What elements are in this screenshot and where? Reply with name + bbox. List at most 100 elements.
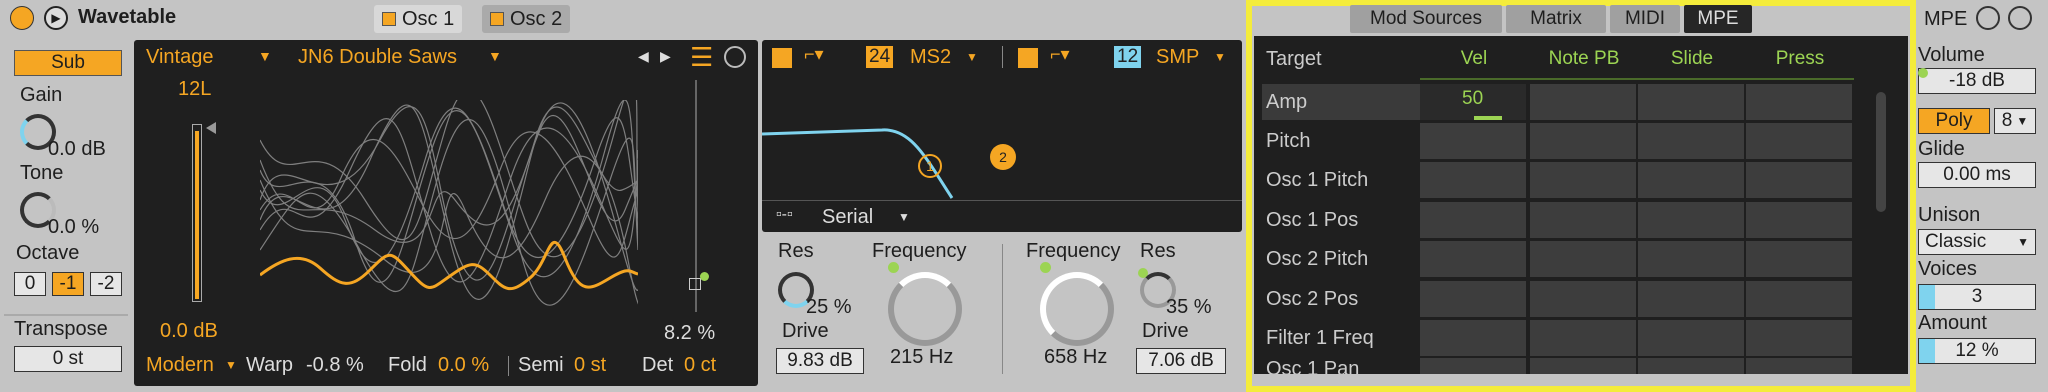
osc2-enable-checkbox[interactable] (490, 12, 504, 26)
matrix-cell[interactable] (1746, 358, 1852, 374)
target-row-pitch[interactable]: Pitch (1262, 123, 1422, 159)
det-value[interactable]: 0 ct (684, 354, 716, 377)
transpose-field[interactable]: 0 st (14, 346, 122, 372)
unison-mode-dropdown[interactable]: Classic ▼ (1918, 229, 2036, 255)
target-row-amp[interactable]: Amp (1262, 84, 1422, 120)
filter1-freq-value: 215 Hz (890, 346, 954, 368)
matrix-cell[interactable] (1530, 123, 1636, 159)
volume-field[interactable]: -18 dB (1918, 68, 2036, 94)
target-row-osc1-pos[interactable]: Osc 1 Pos (1262, 202, 1422, 238)
matrix-cell[interactable] (1746, 281, 1852, 317)
osc-gain-meter[interactable] (192, 124, 202, 302)
filter2-type-dropdown[interactable]: SMP (1156, 46, 1199, 69)
tab-mod-sources[interactable]: Mod Sources (1350, 5, 1502, 33)
wavetable-display[interactable] (260, 100, 638, 320)
filter2-drive-field[interactable]: 7.06 dB (1136, 348, 1226, 374)
matrix-cell[interactable] (1638, 162, 1744, 198)
amp-vel-value[interactable]: 50 (1462, 88, 1483, 110)
chevron-down-icon: ▼ (1214, 50, 1226, 64)
osc-mode-dropdown[interactable]: Modern (146, 354, 214, 377)
matrix-cell[interactable] (1746, 202, 1852, 238)
fold-value[interactable]: 0.0 % (438, 354, 489, 377)
filter1-slope-badge[interactable]: 24 (866, 46, 894, 68)
matrix-cell[interactable] (1530, 281, 1636, 317)
device-power-button[interactable] (10, 6, 34, 30)
glide-field[interactable]: 0.00 ms (1918, 162, 2036, 188)
target-row-osc1-pitch[interactable]: Osc 1 Pitch (1262, 162, 1422, 198)
position-slider-handle[interactable] (689, 278, 701, 290)
matrix-cell[interactable] (1420, 320, 1526, 356)
matrix-cell[interactable] (1746, 84, 1852, 120)
matrix-cell[interactable] (1638, 123, 1744, 159)
filter2-shape-icon[interactable]: ⌐▾ (1050, 44, 1070, 65)
prev-wavetable-icon[interactable]: ◀ (638, 48, 649, 65)
voices-count-dropdown[interactable]: 8 ▼ (1994, 108, 2036, 134)
filter-response-display[interactable] (762, 80, 1242, 200)
matrix-cell[interactable] (1530, 358, 1636, 374)
target-row-osc2-pos[interactable]: Osc 2 Pos (1262, 281, 1422, 317)
matrix-cell[interactable] (1530, 202, 1636, 238)
sub-toggle-button[interactable]: Sub (14, 50, 122, 76)
filter2-slope-badge[interactable]: 12 (1114, 46, 1142, 68)
filter1-shape-icon[interactable]: ⌐▾ (804, 44, 824, 65)
matrix-cell[interactable] (1530, 320, 1636, 356)
target-row-osc1-pan[interactable]: Osc 1 Pan (1262, 358, 1422, 374)
filter1-res-value: 25 % (806, 296, 852, 318)
filter1-drive-field[interactable]: 9.83 dB (776, 348, 864, 374)
matrix-cell[interactable] (1530, 241, 1636, 277)
matrix-cell[interactable] (1530, 162, 1636, 198)
wavetable-name-dropdown[interactable]: JN6 Double Saws (298, 46, 457, 69)
poly-toggle-button[interactable]: Poly (1918, 108, 1990, 134)
mpe-settings-icon[interactable] (1976, 6, 2000, 30)
unison-amount-field[interactable]: 12 % (1918, 338, 2036, 364)
filter2-freq-marker[interactable]: 2 (990, 144, 1016, 170)
octave-option-minus1[interactable]: -1 (52, 272, 84, 296)
target-row-osc2-pitch[interactable]: Osc 2 Pitch (1262, 241, 1422, 277)
matrix-cell[interactable] (1746, 241, 1852, 277)
tab-matrix[interactable]: Matrix (1506, 5, 1606, 33)
save-preset-icon[interactable] (2008, 6, 2032, 30)
tab-osc2[interactable]: Osc 2 (482, 5, 571, 33)
wavetable-category-dropdown[interactable]: Vintage (146, 46, 213, 69)
view-toggle-icon[interactable] (724, 46, 746, 68)
play-icon[interactable]: ▶ (44, 6, 68, 30)
separator (1002, 244, 1003, 374)
matrix-cell[interactable] (1638, 358, 1744, 374)
matrix-cell[interactable] (1638, 84, 1744, 120)
tab-osc1[interactable]: Osc 1 (374, 5, 463, 33)
matrix-cell[interactable] (1420, 123, 1526, 159)
filter1-enable-checkbox[interactable] (772, 48, 792, 68)
next-wavetable-icon[interactable]: ▶ (660, 48, 671, 65)
warp-value[interactable]: -0.8 % (306, 354, 364, 377)
matrix-cell[interactable] (1420, 202, 1526, 238)
tab-midi[interactable]: MIDI (1610, 5, 1680, 33)
matrix-cell[interactable] (1638, 320, 1744, 356)
osc1-enable-checkbox[interactable] (382, 12, 396, 26)
matrix-cell[interactable] (1420, 241, 1526, 277)
filter1-freq-marker[interactable]: 1 (918, 154, 942, 178)
filter1-freq-knob[interactable] (888, 272, 962, 346)
filter2-freq-knob[interactable] (1040, 272, 1114, 346)
octave-option-0[interactable]: 0 (14, 272, 46, 296)
matrix-scrollbar[interactable] (1876, 92, 1886, 212)
matrix-cell[interactable] (1420, 162, 1526, 198)
matrix-cell[interactable] (1746, 320, 1852, 356)
mod-indicator-icon (1138, 268, 1148, 278)
tab-mpe[interactable]: MPE (1684, 5, 1752, 33)
filter2-enable-checkbox[interactable] (1018, 48, 1038, 68)
matrix-cell[interactable] (1746, 162, 1852, 198)
matrix-cell[interactable] (1746, 123, 1852, 159)
target-row-filter1-freq[interactable]: Filter 1 Freq (1262, 320, 1422, 356)
filter1-type-dropdown[interactable]: MS2 (910, 46, 951, 69)
octave-option-minus2[interactable]: -2 (90, 272, 122, 296)
matrix-cell[interactable] (1420, 358, 1526, 374)
matrix-cell[interactable] (1530, 84, 1636, 120)
filter-routing-dropdown[interactable]: Serial (822, 206, 873, 229)
matrix-cell[interactable] (1638, 202, 1744, 238)
matrix-cell[interactable] (1420, 281, 1526, 317)
matrix-cell[interactable] (1638, 281, 1744, 317)
semi-value[interactable]: 0 st (574, 354, 606, 377)
menu-icon[interactable]: ☰ (690, 42, 713, 73)
unison-voices-field[interactable]: 3 (1918, 284, 2036, 310)
matrix-cell[interactable] (1638, 241, 1744, 277)
